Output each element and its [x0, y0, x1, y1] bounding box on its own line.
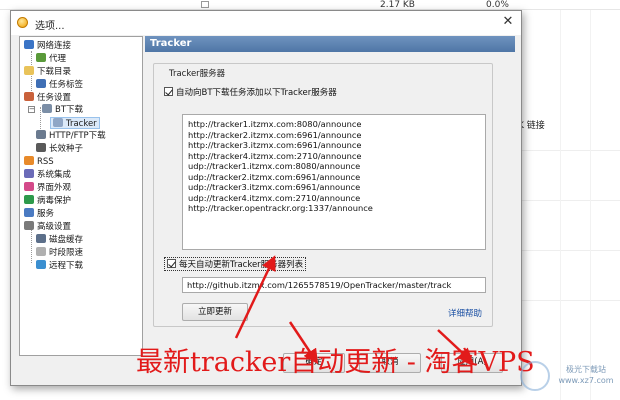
- daily-update-checkbox[interactable]: 每天自动更新Tracker服务器列表: [164, 257, 307, 271]
- tracker-entry: udp://tracker3.itzmx.com:6961/announce: [188, 182, 361, 192]
- system-icon: [24, 169, 34, 178]
- checkbox-checked-icon: [167, 259, 176, 268]
- background-grid-line: [520, 150, 620, 151]
- tracker-group: Tracker服务器 自动向BT下载任务添加以下Tracker服务器 http:…: [153, 63, 493, 327]
- disk-icon: [36, 234, 46, 243]
- tree-item-system[interactable]: 系统集成: [24, 169, 71, 181]
- tracker-entry: http://tracker3.itzmx.com:6961/announce: [188, 140, 362, 150]
- background-row: [0, 0, 620, 10]
- appearance-icon: [24, 182, 34, 191]
- dialog-titlebar[interactable]: 选项... ✕: [11, 11, 521, 35]
- watermark: 极光下载站 www.xz7.com: [556, 364, 616, 386]
- tracker-list-textarea[interactable]: http://tracker1.itzmx.com:8080/announce …: [182, 114, 486, 250]
- background-grid-line: [520, 250, 620, 251]
- tree-item-tracker[interactable]: Tracker: [50, 117, 100, 129]
- folder-icon: [24, 66, 34, 75]
- tree-item-disk-cache[interactable]: 磁盘缓存: [36, 234, 83, 246]
- task-settings-icon: [24, 92, 34, 101]
- tracker-entry: udp://tracker2.itzmx.com:6961/announce: [188, 171, 361, 182]
- tracker-panel: Tracker服务器 自动向BT下载任务添加以下Tracker服务器 http:…: [145, 52, 515, 356]
- background-percent: 0.0%: [486, 0, 509, 10]
- tracker-entry: http://tracker4.itzmx.com:2710/announce: [188, 150, 362, 161]
- service-icon: [24, 208, 34, 217]
- tree-item-appearance[interactable]: 界面外观: [24, 182, 71, 194]
- schedule-icon: [36, 247, 46, 256]
- tree-item-download-dir[interactable]: 下载目录: [24, 66, 71, 78]
- watermark-line: 极光下载站: [566, 365, 606, 374]
- group-title: Tracker服务器: [166, 67, 229, 79]
- tree-item-schedule[interactable]: 时段限速: [36, 247, 83, 259]
- tree-item-remote[interactable]: 远程下载: [36, 260, 83, 272]
- background-grid-line: [560, 10, 561, 400]
- background-grid-line: [520, 200, 620, 201]
- background-side-text: K 链接: [518, 121, 545, 131]
- tree-item-antivirus[interactable]: 病毒保护: [24, 195, 71, 207]
- rss-icon: [24, 156, 34, 165]
- background-file-size: 2.17 KB: [380, 0, 415, 10]
- update-now-button[interactable]: 立即更新: [182, 303, 248, 321]
- seed-icon: [36, 143, 46, 152]
- tree-item-bt[interactable]: BT下载: [42, 104, 83, 116]
- remote-icon: [36, 260, 46, 269]
- network-icon: [24, 40, 34, 49]
- tracker-entry: http://tracker.opentrackr.org:1337/annou…: [188, 203, 373, 213]
- tracker-entry: http://tracker1.itzmx.com:8080/announce: [188, 119, 362, 129]
- tree-item-service[interactable]: 服务: [24, 208, 54, 220]
- tree-item-proxy[interactable]: 代理: [36, 53, 66, 65]
- advanced-icon: [24, 221, 34, 230]
- background-grid-line: [520, 300, 620, 301]
- watermark-logo-icon: [520, 361, 550, 391]
- tracker-entry: udp://tracker4.itzmx.com:2710/announce: [188, 192, 361, 203]
- tree-item-task-settings[interactable]: 任务设置: [24, 92, 71, 104]
- tree-item-rss[interactable]: RSS: [24, 156, 54, 168]
- background-grid-line: [590, 10, 591, 400]
- tracker-entry: udp://tracker1.itzmx.com:8080/announce: [188, 161, 361, 171]
- dialog-title: 选项...: [35, 21, 65, 32]
- help-link[interactable]: 详细帮助: [448, 307, 482, 319]
- options-dialog: 选项... ✕ 网络连接 代理 下载目录 任务标签 任务设置 − BT下载 Tr…: [10, 10, 522, 386]
- collapse-bt-icon[interactable]: −: [28, 106, 35, 113]
- update-url-field[interactable]: http://github.itzmx.com/1265578519/OpenT…: [182, 277, 486, 293]
- checkbox-checked-icon: [164, 87, 173, 96]
- proxy-icon: [36, 53, 46, 62]
- tree-item-network[interactable]: 网络连接: [24, 40, 71, 52]
- close-button[interactable]: ✕: [501, 15, 515, 29]
- bt-icon: [42, 104, 52, 113]
- tree-item-task-tags[interactable]: 任务标签: [36, 79, 83, 91]
- background-checkbox[interactable]: [201, 1, 209, 8]
- panel-header: Tracker: [145, 36, 515, 52]
- tracker-entry: http://tracker2.itzmx.com:6961/announce: [188, 129, 362, 140]
- tracker-icon: [53, 118, 63, 127]
- http-icon: [36, 130, 46, 139]
- shield-icon: [24, 195, 34, 204]
- tree-item-http-ftp[interactable]: HTTP/FTP下载: [36, 130, 106, 142]
- watermark-line: www.xz7.com: [558, 376, 614, 385]
- tree-item-long-seed[interactable]: 长效种子: [36, 143, 83, 155]
- auto-add-checkbox[interactable]: 自动向BT下载任务添加以下Tracker服务器: [164, 86, 337, 98]
- annotation-caption: 最新tracker自动更新 - 淘客VPS: [136, 347, 535, 378]
- tag-icon: [36, 79, 46, 88]
- tree-item-advanced[interactable]: 高级设置: [24, 221, 71, 233]
- app-logo-icon: [17, 17, 28, 28]
- settings-tree[interactable]: 网络连接 代理 下载目录 任务标签 任务设置 − BT下载 Tracker HT…: [19, 36, 143, 356]
